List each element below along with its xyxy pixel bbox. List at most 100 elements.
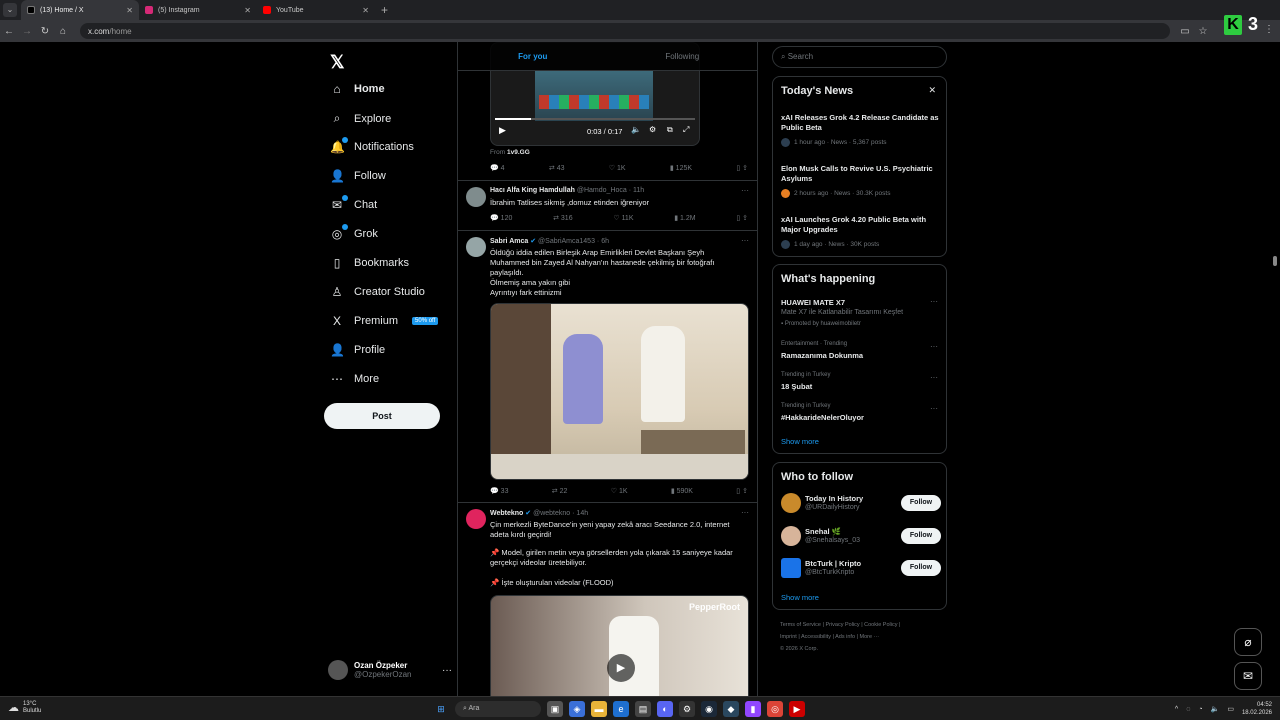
messages-floating-icon[interactable]: ✉ [1234,662,1262,690]
volume-icon[interactable]: 🔈 [631,125,641,134]
post-image[interactable] [490,303,749,480]
reply-button[interactable]: 💬 33 [490,487,508,495]
sidebar-item-profile[interactable]: 👤 Profile [330,343,385,357]
wifi-icon[interactable]: ◔ [1198,706,1202,713]
clock[interactable]: 04:52 18.02.2026 [1242,701,1272,717]
sidebar-item-explore[interactable]: ⌕ Explore [330,111,392,126]
edge-icon[interactable]: e [613,701,629,717]
sidebar-item-bookmarks[interactable]: ▯ Bookmarks [330,256,409,270]
like-button[interactable]: ♡ 11K [613,214,633,222]
more-icon[interactable]: ··· [741,186,749,195]
avatar[interactable] [466,509,486,529]
taskbar-search[interactable]: ⌕ Ara [455,701,541,717]
grok-floating-icon[interactable]: ⌀ [1234,628,1262,656]
views-button[interactable]: ▮ 590K [671,487,693,495]
follow-suggestion[interactable]: Snehal 🌿 @Snehalsays_03 Follow [781,526,941,548]
back-icon[interactable]: ← [0,26,18,37]
post-hamdullah[interactable]: Hacı Alfa King Hamdullah @Hamdo_Hoca · 1… [458,181,757,231]
tab-following[interactable]: Following [608,42,758,70]
volume-icon[interactable]: 🔈 [1211,705,1220,713]
close-tab-icon[interactable]: ✕ [362,6,369,15]
tab-youtube[interactable]: YouTube ✕ [257,0,375,20]
more-icon[interactable]: ··· [741,508,749,517]
play-icon[interactable]: ▶ [607,654,635,682]
sidebar-item-grok[interactable]: ◎ Grok [330,224,378,241]
sidebar-item-more[interactable]: ⋯ More [330,372,379,386]
settings-icon[interactable]: ⚙ [649,125,656,134]
like-button[interactable]: ♡ 1K [609,164,626,172]
app-icon[interactable]: ◆ [723,701,739,717]
reload-icon[interactable]: ↻ [36,26,54,37]
post-button[interactable]: Post [324,403,440,429]
post-author[interactable]: Webtekno [490,510,523,517]
repost-button[interactable]: ⇄ 43 [549,164,565,172]
home-button-icon[interactable]: ⌂ [54,26,72,37]
trend-title[interactable]: Ramazanıma Dokunma [781,351,863,360]
post-handle[interactable]: @SabriAmca1453 [538,238,595,245]
bookmark-icon[interactable]: ▯ ⇪ [736,487,748,495]
source-link[interactable]: 1v9.GG [507,149,530,156]
battery-icon[interactable]: ▭ [1227,705,1234,713]
search-input[interactable]: ⌕ Search [772,46,947,68]
cast-icon[interactable]: ▭ [1176,26,1194,37]
sidebar-item-creator-studio[interactable]: ♙ Creator Studio [330,285,425,299]
tab-for-you[interactable]: For you [458,42,608,70]
avatar[interactable] [466,237,486,257]
x-logo-icon[interactable]: 𝕏 [330,52,345,73]
task-view-icon[interactable]: ▣ [547,701,563,717]
post-handle[interactable]: @webtekno [533,510,570,517]
fullscreen-icon[interactable]: ⤢ [683,125,689,135]
chrome-icon[interactable]: ◎ [767,701,783,717]
avatar[interactable] [466,187,486,207]
sidebar-item-chat[interactable]: ✉ Chat [330,195,377,212]
close-icon[interactable]: ✕ [928,85,936,96]
trend-title[interactable]: 18 Şubat [781,382,812,391]
post-handle[interactable]: @Hamdo_Hoca [577,187,627,194]
network-icon[interactable]: ◌ [1186,706,1190,713]
more-icon[interactable]: ··· [930,404,938,413]
follow-button[interactable]: Follow [901,495,941,511]
media-player-icon[interactable]: ▶ [789,701,805,717]
play-icon[interactable]: ▶ [499,125,506,136]
post-author[interactable]: Sabri Amca [490,238,528,245]
footer-line[interactable]: Imprint | Accessibility | Ads info | Mor… [780,631,940,643]
follow-suggestion[interactable]: BtcTurk | Kripto @BtcTurkKripto Follow [781,558,941,580]
twitch-icon[interactable]: ▮ [745,701,761,717]
sidebar-item-notifications[interactable]: 🔔 Notifications [330,137,414,154]
follow-suggestion[interactable]: Today In History @URDailyHistory Follow [781,493,941,515]
star-icon[interactable]: ☆ [1194,26,1212,37]
tab-search-icon[interactable]: ⌄ [3,3,17,17]
weather-widget[interactable]: ☁ 13°C Bulutlu [8,701,41,715]
bookmark-icon[interactable]: ▯ ⇪ [736,164,748,172]
copilot-icon[interactable]: ◈ [569,701,585,717]
tray-overflow-icon[interactable]: ^ [1175,706,1178,713]
store-icon[interactable]: ▤ [635,701,651,717]
windows-start-icon[interactable]: ⊞ [433,701,449,717]
news-item-title[interactable]: xAI Launches Grok 4.20 Public Beta with … [781,215,943,235]
show-more-link[interactable]: Show more [781,437,819,446]
tab-x-home[interactable]: (13) Home / X ✕ [21,0,139,20]
follow-button[interactable]: Follow [901,560,941,576]
pip-icon[interactable]: ⧉ [667,125,673,135]
repost-button[interactable]: ⇄ 22 [552,487,568,495]
news-item-title[interactable]: xAI Releases Grok 4.2 Release Candidate … [781,113,943,133]
forward-icon[interactable]: → [18,26,36,37]
scrollbar-thumb[interactable] [1273,256,1277,266]
file-explorer-icon[interactable]: ▬ [591,701,607,717]
more-icon[interactable]: ··· [741,236,749,245]
url-bar[interactable]: x.com/home [80,23,1170,39]
more-icon[interactable]: ··· [930,297,938,306]
tab-instagram[interactable]: (5) Instagram ✕ [139,0,257,20]
account-switcher[interactable]: Ozan Özpeker @OzpekerOzan ··· [328,660,452,680]
sidebar-item-home[interactable]: ⌂ Home [330,82,384,96]
page-scrollbar[interactable] [1273,44,1278,694]
post-sabri-amca[interactable]: Sabri Amca ✔ @SabriAmca1453 · 6h ··· Öld… [458,231,757,503]
footer-line[interactable]: Terms of Service | Privacy Policy | Cook… [780,619,940,631]
sidebar-item-follow[interactable]: 👤 Follow [330,169,386,183]
discord-icon[interactable]: ◐ [657,701,673,717]
post-video-thumbnail[interactable]: PepperRoot ▶ [490,595,749,696]
post-author[interactable]: Hacı Alfa King Hamdullah [490,187,575,194]
repost-button[interactable]: ⇄ 316 [553,214,573,222]
post-webtekno[interactable]: Webtekno ✔ @webtekno · 14h ··· Çin merke… [458,503,757,696]
reply-button[interactable]: 💬 4 [490,164,505,172]
